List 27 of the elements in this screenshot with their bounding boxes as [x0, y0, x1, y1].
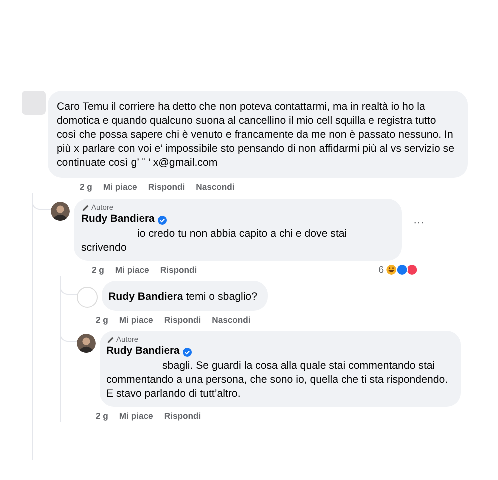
timestamp: 2 g: [96, 411, 108, 421]
avatar[interactable]: [50, 202, 70, 221]
avatar[interactable]: [76, 334, 96, 353]
author-name[interactable]: Rudy Bandiera: [82, 213, 155, 227]
comment-text: sbagli. Se guardi la cosa alla quale stai commentando stai commentando a una persona, che sono io, quella che ti sta rispondendo. E stavo parlando di tutt’altro.: [106, 359, 450, 401]
pencil-icon: [106, 336, 114, 344]
action-link[interactable]: Mi piace: [115, 265, 150, 275]
more-options-button[interactable]: ···: [408, 217, 430, 229]
action-link[interactable]: Rispondi: [164, 411, 202, 421]
reaction-count[interactable]: 6: [378, 264, 384, 276]
action-link[interactable]: Rispondi: [164, 315, 202, 325]
action-link[interactable]: Mi piace: [103, 182, 138, 192]
comment-text: Rudy Bandiera temi o sbaglio?: [108, 290, 258, 304]
timestamp: 2 g: [80, 182, 92, 192]
comment-text: Caro Temu il corriere ha detto che non poteva contattarmi, ma in realtà io ho la domotica e quando qualcuno suona al cancellino il mio cell squilla e registra tutto così che possa sapere chi è venuto e francamente da me non è passato nessuno. In più x parlare con voi e’ impossibile sto pensando di non affidarmi più al vs servizio se continuate così g’ ¨ ’ x@gmail.com: [57, 100, 456, 170]
action-link[interactable]: Rispondi: [160, 265, 198, 275]
action-link[interactable]: Rispondi: [148, 182, 186, 192]
author-name[interactable]: Rudy Bandiera: [106, 345, 180, 359]
reaction-icons[interactable]: [385, 264, 418, 276]
action-link[interactable]: Mi piace: [119, 411, 154, 421]
action-link[interactable]: Nascondi: [212, 315, 251, 325]
pencil-icon: [82, 204, 90, 212]
timestamp: 2 g: [96, 315, 108, 325]
action-link[interactable]: Mi piace: [119, 315, 154, 325]
comment-text: io credo tu non abbia capito a chi e dove stai scrivendo: [82, 227, 348, 255]
timestamp: 2 g: [92, 265, 104, 275]
action-link[interactable]: Nascondi: [196, 182, 235, 192]
